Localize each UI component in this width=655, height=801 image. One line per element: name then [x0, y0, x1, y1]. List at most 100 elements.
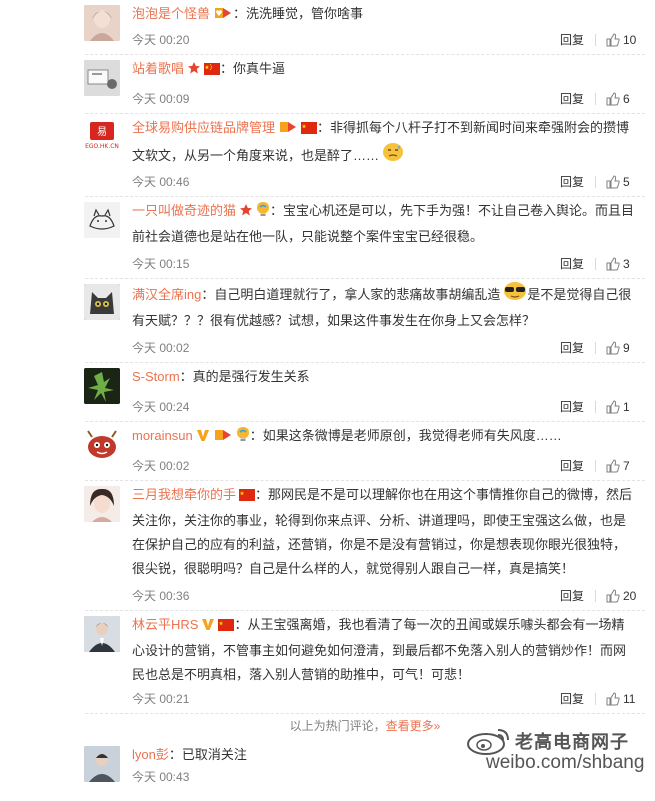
divider	[595, 460, 596, 472]
comment-time: 今天 00:02	[132, 341, 190, 355]
like-button[interactable]: 20	[606, 586, 636, 606]
thumbs-up-icon	[606, 459, 620, 473]
divider	[595, 34, 596, 46]
thumbs-up-icon	[606, 589, 620, 603]
username-link[interactable]: 林云平HRS	[132, 617, 198, 632]
divider	[595, 176, 596, 188]
comment-item: 林云平HRS ：从王宝强离婚，我也看清了每一次的丑闻或娱乐噱头都会有一场精心设计的…	[84, 611, 645, 714]
reply-button[interactable]: 回复	[560, 338, 584, 358]
comment-item: morainsun ：如果这条微博是老师原创，我觉得老师有失风度…… 今天 00:…	[84, 422, 645, 481]
avatar[interactable]	[84, 616, 120, 652]
avatar[interactable]: 易 EGO.HK.CN	[84, 119, 120, 155]
watermark-url: weibo.com/shbang	[486, 752, 645, 773]
username-link[interactable]: morainsun	[132, 428, 193, 443]
divider	[595, 693, 596, 705]
comment-text: ：真的是强行发生关系	[179, 369, 310, 384]
comment-item: S-Storm：真的是强行发生关系 今天 00:24 回复 1	[84, 363, 645, 422]
username-link[interactable]: 站着歌唱	[132, 61, 184, 76]
like-count: 5	[623, 175, 630, 189]
comment-time: 今天 00:02	[132, 459, 190, 473]
like-count: 7	[623, 459, 630, 473]
like-button[interactable]: 1	[606, 397, 630, 417]
vip-badge-icon[interactable]	[201, 615, 215, 639]
reply-button[interactable]: 回复	[560, 172, 584, 192]
watermark: 老高电商网子 weibo.com/shbang	[460, 726, 655, 778]
avatar[interactable]	[84, 368, 120, 404]
like-button[interactable]: 9	[606, 338, 630, 358]
comment-item: 泡泡是个怪兽 ♥ ：洗洗睡觉，管你啥事 今天 00:20 回复 10	[84, 0, 645, 55]
like-button[interactable]: 7	[606, 456, 630, 476]
comment-text: ：自己明白道理就行了，拿人家的悲痛故事胡编乱造	[201, 287, 501, 302]
bulb-badge-icon[interactable]	[236, 426, 250, 450]
comment-text: ：你真牛逼	[220, 61, 286, 76]
username-link[interactable]: 泡泡是个怪兽	[132, 6, 210, 21]
reply-button[interactable]: 回复	[560, 30, 584, 50]
comment-time: 今天 00:21	[132, 692, 190, 706]
avatar[interactable]	[84, 202, 120, 238]
like-button[interactable]: 11	[606, 689, 635, 709]
like-count: 6	[623, 92, 630, 106]
comment-time: 今天 00:15	[132, 257, 190, 271]
china-flag-icon[interactable]	[239, 485, 256, 509]
like-count: 1	[623, 400, 630, 414]
bulb-badge-icon[interactable]	[256, 201, 270, 225]
like-button[interactable]: 5	[606, 172, 630, 192]
like-count: 9	[623, 341, 630, 355]
comment-time: 今天 00:09	[132, 92, 190, 106]
see-more-link[interactable]: 查看更多»	[386, 719, 441, 733]
username-link[interactable]: 三月我想牵你的手	[132, 487, 236, 502]
reply-button[interactable]: 回复	[560, 89, 584, 109]
member-badge-icon[interactable]: ♥	[213, 4, 233, 28]
avatar[interactable]	[84, 5, 120, 41]
like-count: 3	[623, 257, 630, 271]
star-badge-icon[interactable]	[187, 59, 201, 83]
like-count: 10	[623, 33, 637, 47]
avatar[interactable]	[84, 486, 120, 522]
reply-button[interactable]: 回复	[560, 254, 584, 274]
sweat-emoji-icon	[382, 142, 404, 170]
thumbs-up-icon	[606, 400, 620, 414]
sunglasses-emoji-icon	[503, 281, 527, 309]
svg-text:EGO.HK.CN: EGO.HK.CN	[85, 143, 119, 150]
star-badge-icon[interactable]	[239, 201, 253, 225]
username-link[interactable]: lyon彭	[132, 747, 169, 762]
like-button[interactable]: 3	[606, 254, 630, 274]
avatar[interactable]	[84, 60, 120, 96]
divider	[595, 590, 596, 602]
avatar[interactable]	[84, 284, 120, 320]
comment-item: 一只叫做奇迹的猫 ：宝宝心机还是可以，先下手为强！不让自己卷入舆论。而且目前社会道…	[84, 197, 645, 279]
avatar[interactable]	[84, 427, 120, 463]
like-button[interactable]: 6	[606, 89, 630, 109]
comment-time: 今天 00:46	[132, 175, 190, 189]
china-flag-icon[interactable]	[301, 118, 318, 142]
divider	[595, 401, 596, 413]
username-link[interactable]: 满汉全席ing	[132, 287, 201, 302]
username-link[interactable]: S-Storm	[132, 369, 180, 384]
thumbs-up-icon	[606, 33, 620, 47]
avatar[interactable]	[84, 746, 120, 782]
username-link[interactable]: 全球易购供应链品牌管理	[132, 120, 275, 135]
comment-text: ：洗洗睡觉，管你啥事	[233, 6, 364, 21]
member-badge-icon[interactable]	[213, 426, 233, 450]
comment-time: 今天 00:43	[132, 770, 190, 784]
username-link[interactable]: 一只叫做奇迹的猫	[132, 203, 236, 218]
reply-button[interactable]: 回复	[560, 586, 584, 606]
china-flag-icon[interactable]	[218, 615, 235, 639]
comment-item: 易 EGO.HK.CN 全球易购供应链品牌管理 ：非得抓每个八杆子打不到新闻时间来牵…	[84, 114, 645, 197]
comment-text: ：已取消关注	[168, 747, 247, 762]
reply-button[interactable]: 回复	[560, 456, 584, 476]
comment-item: 站着歌唱 ：你真牛逼 今天 00:09 回复 6	[84, 55, 645, 114]
comment-time: 今天 00:24	[132, 400, 190, 414]
thumbs-up-icon	[606, 341, 620, 355]
member-badge-icon[interactable]	[278, 118, 298, 142]
like-count: 11	[623, 692, 636, 706]
divider	[595, 342, 596, 354]
vip-badge-icon[interactable]	[196, 426, 210, 450]
reply-button[interactable]: 回复	[560, 689, 584, 709]
like-button[interactable]: 10	[606, 30, 636, 50]
divider	[595, 258, 596, 270]
comment-text: ：如果这条微博是老师原创，我觉得老师有失风度……	[249, 428, 562, 443]
svg-text:♥: ♥	[215, 9, 222, 18]
china-flag-icon[interactable]	[204, 59, 221, 83]
reply-button[interactable]: 回复	[560, 397, 584, 417]
